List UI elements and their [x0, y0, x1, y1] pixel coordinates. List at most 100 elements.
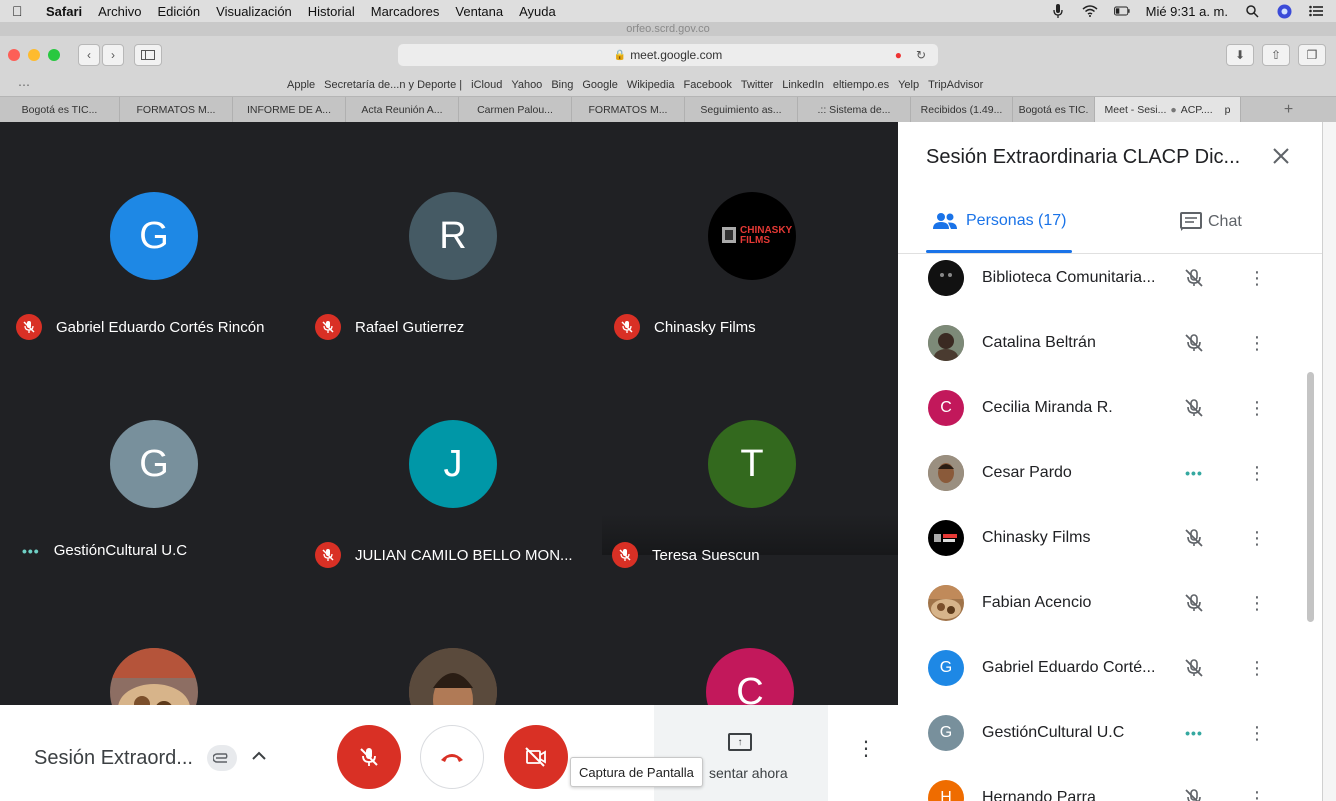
favorite-wikipedia[interactable]: Wikipedia: [627, 79, 675, 91]
mic-off-icon[interactable]: [1182, 333, 1206, 353]
apple-icon[interactable]: : [12, 3, 30, 19]
tab-overview-button[interactable]: ❐: [1298, 44, 1326, 66]
more-options-icon[interactable]: ⋮: [1248, 464, 1266, 482]
more-options-icon[interactable]: ⋮: [1248, 594, 1266, 612]
more-options-icon[interactable]: ⋮: [1248, 334, 1266, 352]
mic-off-icon[interactable]: [1182, 788, 1206, 801]
mic-off-icon[interactable]: [1182, 398, 1206, 418]
list-item[interactable]: H Hernando Parra ⋮: [898, 765, 1322, 801]
zoom-window-button[interactable]: [48, 49, 60, 61]
participant-tile[interactable]: R Rafael Gutierrez: [299, 122, 598, 340]
favorite-tripadvisor[interactable]: TripAdvisor: [928, 79, 983, 91]
new-tab-button[interactable]: +: [1241, 97, 1336, 122]
chevron-up-icon[interactable]: [252, 747, 266, 765]
browser-tab[interactable]: FORMATOS M...: [120, 97, 233, 122]
tab-chat[interactable]: Chat: [1180, 212, 1242, 232]
browser-tab-active[interactable]: Meet - Sesi... ● ACP.... p: [1095, 97, 1241, 122]
menu-ventana[interactable]: Ventana: [455, 4, 503, 19]
more-options-icon[interactable]: ⋮: [1248, 399, 1266, 417]
browser-tab[interactable]: Bogotá es TIC...: [0, 97, 120, 122]
mic-off-icon[interactable]: [1182, 593, 1206, 613]
participant-tile[interactable]: [299, 578, 598, 705]
wifi-icon[interactable]: [1082, 4, 1098, 18]
mic-off-icon[interactable]: [1182, 658, 1206, 678]
favorite-secretaria[interactable]: Secretaría de...n y Deporte |: [324, 79, 462, 91]
menu-marcadores[interactable]: Marcadores: [371, 4, 440, 19]
reload-icon[interactable]: ↻: [916, 48, 926, 62]
menu-archivo[interactable]: Archivo: [98, 4, 141, 19]
camera-toggle-button[interactable]: [504, 725, 568, 789]
more-options-icon[interactable]: ⋮: [1248, 529, 1266, 547]
browser-tab[interactable]: Carmen Palou...: [459, 97, 572, 122]
browser-tab[interactable]: Recibidos (1.49...: [911, 97, 1013, 122]
browser-tab[interactable]: Seguimiento as...: [685, 97, 798, 122]
menu-historial[interactable]: Historial: [308, 4, 355, 19]
microphone-toggle-button[interactable]: [337, 725, 401, 789]
notification-center-icon[interactable]: [1308, 4, 1324, 18]
list-item[interactable]: Fabian Acencio ⋮: [898, 570, 1322, 635]
spotlight-search-icon[interactable]: [1244, 4, 1260, 18]
browser-tab[interactable]: Acta Reunión A...: [346, 97, 459, 122]
list-item[interactable]: G Gabriel Eduardo Corté... ⋮: [898, 635, 1322, 700]
forward-button[interactable]: ›: [102, 44, 124, 66]
browser-tab[interactable]: INFORME DE A...: [233, 97, 346, 122]
menubar-clock[interactable]: Mié 9:31 a. m.: [1146, 4, 1228, 19]
battery-icon[interactable]: [1113, 4, 1130, 18]
list-item[interactable]: G GestiónCultural U.C ••• ⋮: [898, 700, 1322, 765]
browser-tab[interactable]: Bogotá es TIC.: [1013, 97, 1095, 122]
back-button[interactable]: ‹: [78, 44, 100, 66]
participant-tile[interactable]: C: [598, 578, 897, 705]
participant-tile[interactable]: G Gabriel Eduardo Cortés Rincón: [0, 122, 299, 340]
attachment-icon[interactable]: [207, 745, 237, 771]
leave-call-button[interactable]: [420, 725, 484, 789]
menu-edicion[interactable]: Edición: [158, 4, 201, 19]
menu-visualizacion[interactable]: Visualización: [216, 4, 292, 19]
participant-tile[interactable]: G ••• GestiónCultural U.C: [0, 350, 299, 559]
mic-off-icon[interactable]: [1182, 268, 1206, 288]
more-options-icon[interactable]: ⋮: [1248, 724, 1266, 742]
list-item[interactable]: Chinasky Films ⋮: [898, 505, 1322, 570]
sidebar-toggle-button[interactable]: [134, 44, 162, 66]
browser-tab[interactable]: FORMATOS M...: [572, 97, 685, 122]
microphone-status-icon[interactable]: [1050, 4, 1066, 18]
meeting-title[interactable]: Sesión Extraord...: [34, 747, 193, 770]
close-window-button[interactable]: [8, 49, 20, 61]
tab-people[interactable]: Personas (17): [932, 212, 1067, 230]
favorite-eltiempo[interactable]: eltiempo.es: [833, 79, 889, 91]
list-item[interactable]: Cesar Pardo ••• ⋮: [898, 440, 1322, 505]
favorite-google[interactable]: Google: [582, 79, 617, 91]
list-item[interactable]: C Cecilia Miranda R. ⋮: [898, 375, 1322, 440]
favorite-icloud[interactable]: iCloud: [471, 79, 502, 91]
participant-tile[interactable]: CHINASKY FILMS Chinasky Films: [598, 122, 897, 340]
top-sites-grid-icon[interactable]: ⋯: [18, 78, 34, 92]
more-options-icon[interactable]: ⋮: [1248, 269, 1266, 287]
participant-list-scrollbar[interactable]: [1307, 372, 1314, 622]
more-options-icon[interactable]: ⋮: [1248, 659, 1266, 677]
participant-tile[interactable]: J JULIAN CAMILO BELLO MON...: [299, 350, 598, 568]
siri-icon[interactable]: [1276, 4, 1292, 18]
favorite-facebook[interactable]: Facebook: [684, 79, 732, 91]
tab-microphone-icon[interactable]: ●: [1170, 104, 1176, 116]
list-item[interactable]: Biblioteca Comunitaria... ⋮: [898, 254, 1322, 310]
more-options-icon[interactable]: ⋮: [856, 739, 876, 759]
downloads-button[interactable]: ⬇: [1226, 44, 1254, 66]
favorite-yelp[interactable]: Yelp: [898, 79, 919, 91]
favorite-linkedin[interactable]: LinkedIn: [782, 79, 824, 91]
mic-off-icon[interactable]: [1182, 528, 1206, 548]
favorite-yahoo[interactable]: Yahoo: [511, 79, 542, 91]
menu-app-name[interactable]: Safari: [46, 4, 82, 19]
favorite-apple[interactable]: Apple: [287, 79, 315, 91]
list-item[interactable]: Catalina Beltrán ⋮: [898, 310, 1322, 375]
menu-ayuda[interactable]: Ayuda: [519, 4, 556, 19]
minimize-window-button[interactable]: [28, 49, 40, 61]
browser-tab[interactable]: .:: Sistema de...: [798, 97, 911, 122]
close-panel-icon[interactable]: [1272, 144, 1290, 172]
recording-mic-icon[interactable]: ●: [895, 48, 902, 62]
participant-tile[interactable]: T Teresa Suescun: [602, 350, 898, 568]
address-bar[interactable]: 🔒 meet.google.com ● ↻: [398, 44, 938, 66]
more-options-icon[interactable]: ⋮: [1248, 789, 1266, 801]
favorite-bing[interactable]: Bing: [551, 79, 573, 91]
favorite-twitter[interactable]: Twitter: [741, 79, 773, 91]
share-button[interactable]: ⇧: [1262, 44, 1290, 66]
participant-tile[interactable]: [0, 578, 299, 705]
